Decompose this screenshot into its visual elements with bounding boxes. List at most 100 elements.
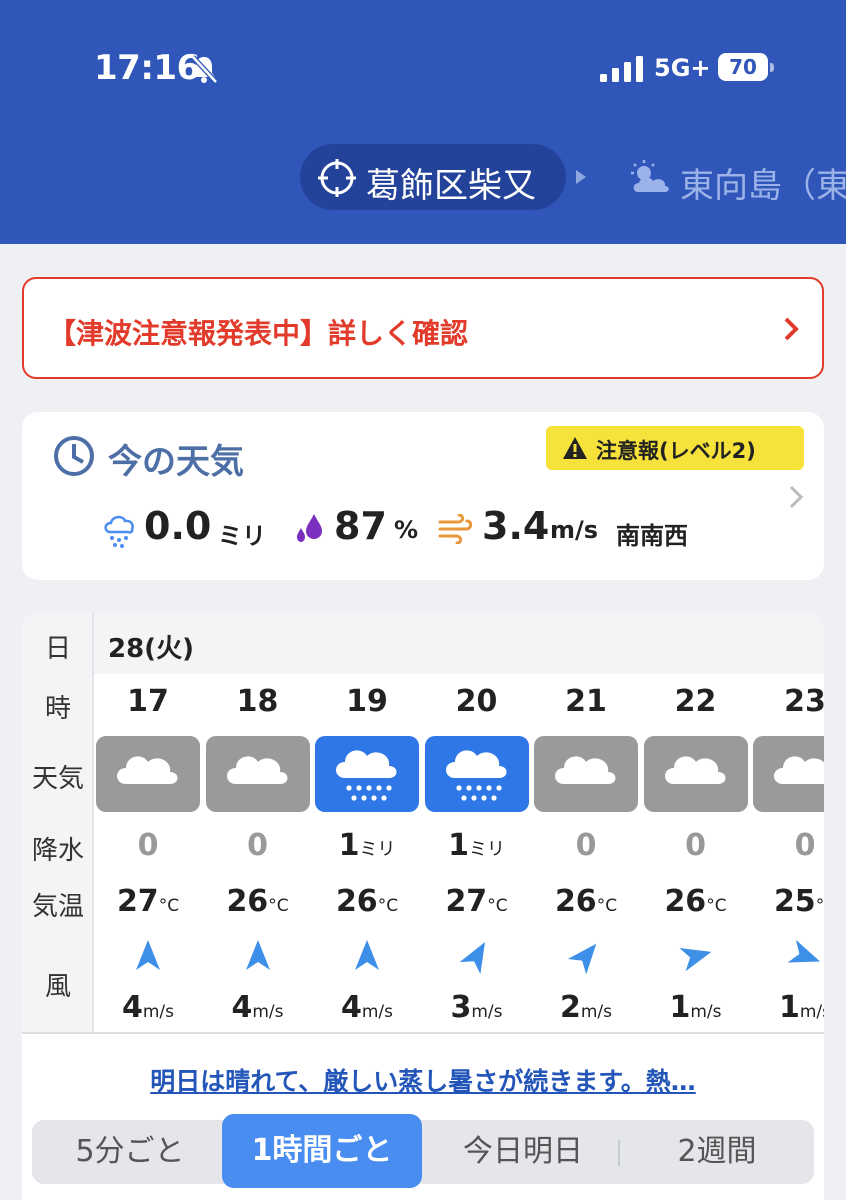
- temp-unit: °C: [487, 896, 508, 916]
- status-bar: 17:16 5G+ 70: [0, 0, 846, 110]
- hour-label: 22: [674, 684, 717, 719]
- wind-direction: 南南西: [616, 522, 688, 550]
- temp-unit: °C: [706, 896, 727, 916]
- battery-level: 70: [718, 53, 768, 81]
- current-observations: 0.0 ミリ 87 % 3.4 m/s 南南西: [22, 504, 824, 560]
- temp-value: 26: [554, 884, 597, 919]
- hour-label: 17: [127, 684, 169, 719]
- temp-unit: °C: [158, 896, 180, 916]
- temp-value: 27: [116, 884, 159, 919]
- wind-speed: 3: [450, 990, 472, 1025]
- forecast-mode-tabs: 5分ごと 1時間ごと 今日明日 2週間: [32, 1114, 814, 1188]
- wind-cell: 4m/s: [313, 990, 421, 1025]
- wind-speed: 4: [121, 990, 143, 1025]
- rain-icon: [315, 736, 419, 812]
- wind-unit: m/s: [471, 1002, 503, 1022]
- temp-unit: °C: [268, 896, 289, 916]
- hours-area[interactable]: 17 0 27°C 4m/s 18 0 26°C 4m/s 19 1ミリ 26°C 4m/s 20 1ミリ…: [94, 674, 824, 1032]
- wind-speed: 1: [669, 990, 691, 1025]
- date-row: [94, 612, 824, 674]
- temp-value: 26: [226, 884, 269, 919]
- wind-direction-arrow-icon: [678, 948, 711, 972]
- humidity-drops-icon: [297, 514, 322, 542]
- hour-column: 18 0 26°C 4m/s: [204, 674, 312, 1032]
- location-current-label: 葛飾区柴又: [366, 166, 536, 206]
- temp-cell: 27°C: [423, 884, 531, 919]
- cloud-icon: [753, 736, 824, 812]
- wind-direction-arrow-icon: [136, 940, 160, 970]
- temp-value: 25: [773, 884, 816, 919]
- precip-unit: ミリ: [468, 839, 505, 860]
- precip-cell: 0: [94, 828, 202, 863]
- wind-direction-arrow-icon: [459, 942, 485, 974]
- tsunami-alert-banner[interactable]: 【津波注意報発表中】詳しく確認: [22, 277, 824, 379]
- hour-label: 20: [455, 684, 498, 719]
- temp-cell: 25°C: [751, 884, 824, 919]
- temp-cell: 26°C: [642, 884, 750, 919]
- precip-amount: 0: [575, 828, 597, 863]
- date-label: 28(火): [108, 634, 194, 664]
- tab-today-tomorrow[interactable]: 今日明日: [428, 1120, 618, 1184]
- temp-value: 26: [664, 884, 707, 919]
- wind-speed: 4: [340, 990, 362, 1025]
- network-type: 5G+: [654, 54, 711, 82]
- location-current-tab[interactable]: 葛飾区柴又: [300, 144, 566, 210]
- row-label-precip: 降水: [31, 836, 84, 866]
- precip-value: 0.0: [144, 504, 212, 548]
- temp-cell: 26°C: [313, 884, 421, 919]
- hour-label: 21: [565, 684, 607, 719]
- hour-label: 19: [346, 684, 388, 719]
- wind-direction-arrow-icon: [568, 943, 597, 974]
- temp-value: 26: [335, 884, 378, 919]
- wind-speed: 1: [778, 990, 800, 1025]
- warning-level-badge: 注意報(レベル2): [546, 426, 804, 470]
- wind-cell: 4m/s: [94, 990, 202, 1025]
- cloud-icon: [205, 736, 310, 812]
- battery-icon: 70: [718, 53, 774, 83]
- wind-icon: [438, 514, 472, 544]
- forecast-summary-link[interactable]: 明日は晴れて、厳しい蒸し暑さが続きます。熱…: [22, 1062, 824, 1098]
- precip-cell: 0: [642, 828, 750, 863]
- temp-cell: 26°C: [532, 884, 640, 919]
- clock-icon: [54, 436, 94, 476]
- temp-unit: °C: [815, 896, 824, 916]
- row-label-temp: 気温: [31, 892, 84, 922]
- wind-unit: m/s: [252, 1002, 284, 1022]
- precip-amount: 0: [247, 828, 268, 863]
- wind-unit: m/s: [690, 1002, 722, 1022]
- wind-cell: 3m/s: [423, 990, 531, 1025]
- cloud-icon: [534, 736, 638, 812]
- current-weather-card[interactable]: 今の天気 注意報(レベル2) 0.0 ミリ 87 % 3.4 m/s 南南西: [22, 412, 824, 580]
- cloud-icon: [643, 736, 748, 812]
- tab-5min[interactable]: 5分ごと: [32, 1120, 228, 1184]
- precip-unit: ミリ: [218, 522, 266, 550]
- status-time: 17:16: [94, 48, 200, 88]
- row-label-weather: 天気: [31, 764, 84, 794]
- hour-column: 21 0 26°C 2m/s: [532, 674, 640, 1032]
- location-next-label: 東向島（東: [680, 166, 846, 206]
- hour-label: 23: [784, 684, 824, 719]
- precip-cell: 1ミリ: [313, 828, 421, 863]
- rain-icon: [424, 736, 529, 812]
- crosshair-location-icon: [318, 159, 356, 197]
- cell-signal-icon: [600, 56, 643, 82]
- wind-speed: 2: [559, 990, 581, 1025]
- hour-column: 22 0 26°C 1m/s: [642, 674, 750, 1032]
- temp-unit: °C: [596, 896, 618, 916]
- wind-direction-arrow-icon: [787, 939, 821, 963]
- precip-amount: 0: [137, 828, 159, 863]
- precip-amount: 1: [448, 828, 469, 863]
- tab-2weeks[interactable]: 2週間: [620, 1120, 814, 1184]
- app-header: 17:16 5G+ 70 葛飾区柴又 東向島（東: [0, 0, 846, 244]
- wind-value: 3.4: [482, 504, 550, 548]
- precip-cell: 0: [532, 828, 640, 863]
- tab-hourly[interactable]: 1時間ごと: [222, 1114, 422, 1188]
- hour-label: 18: [236, 684, 279, 719]
- hour-column: 20 1ミリ 27°C 3m/s: [423, 674, 531, 1032]
- sun-cloud-icon: [631, 160, 669, 192]
- wind-cell: 4m/s: [204, 990, 312, 1025]
- wind-unit: m/s: [580, 1002, 613, 1022]
- temp-unit: °C: [377, 896, 399, 916]
- hourly-forecast-table: 日 時 天気 降水 気温 風 28(火) 17 0 27°C 4m/s 18 0 26°C 4…: [22, 612, 824, 1200]
- temp-value: 27: [445, 884, 488, 919]
